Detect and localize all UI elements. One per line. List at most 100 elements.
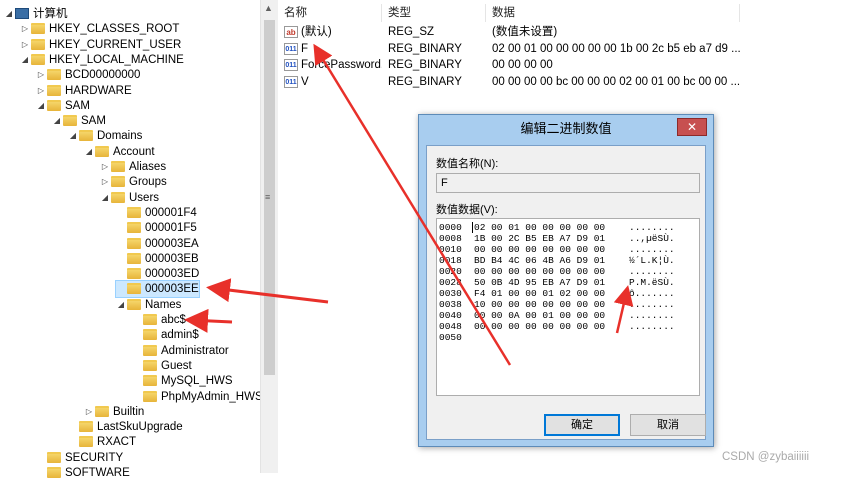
hex-ascii: ..,µëSÙ. [629,233,675,244]
hex-ascii: ........ [629,244,675,255]
tree-item-sam[interactable]: ◢ SAM [36,98,90,114]
folder-icon [47,99,61,111]
expand-arrow-icon[interactable]: ▷ [20,21,30,37]
tree-item-administrator[interactable]: Administrator [132,343,229,359]
tree-item-builtin[interactable]: ▷ Builtin [84,404,144,420]
tree-item-hkcu[interactable]: ▷ HKEY_CURRENT_USER [20,37,181,53]
expand-arrow-icon[interactable]: ▷ [20,37,30,53]
tree-item-sam-sam[interactable]: ◢ SAM [52,113,106,129]
expand-arrow-icon[interactable]: ▷ [100,159,110,175]
expand-arrow-icon[interactable]: ▷ [84,404,94,420]
tree-item-mysql-hws[interactable]: MySQL_HWS [132,373,233,389]
tree-item-software[interactable]: SOFTWARE [36,465,130,481]
tree-item-admin[interactable]: admin$ [132,327,199,343]
tree-item-hklm[interactable]: ◢ HKEY_LOCAL_MACHINE [20,52,184,68]
hex-offset: 0030 [439,288,462,299]
value-name-field[interactable]: F [436,173,700,193]
value-row[interactable]: 011 ForcePassword... REG_BINARY 00 00 00 00 [278,57,838,73]
tree-item-label: admin$ [161,329,199,342]
scroll-up-icon[interactable]: ▲ [264,3,273,13]
value-data: 00 00 00 00 bc 00 00 00 02 00 01 00 bc 0… [492,75,741,88]
hex-row: 0028 50 0B 4D 95 EB A7 D9 01 P.M.ëSÙ. [439,277,697,288]
tree-item-lastskuupgrade[interactable]: LastSkuUpgrade [68,419,183,435]
tree-item-label: MySQL_HWS [161,375,233,388]
column-header-data[interactable]: 数据 [486,4,740,22]
tree-item-phpmyadmin-hws[interactable]: PhpMyAdmin_HWS [132,389,263,405]
hex-editor[interactable]: 0000 02 00 01 00 00 00 00 00........ 0008 1… [436,218,700,396]
tree-item-000001f4[interactable]: 000001F4 [116,205,197,221]
collapse-arrow-icon[interactable]: ◢ [84,144,94,160]
expand-arrow-icon[interactable]: ▷ [36,67,46,83]
collapse-arrow-icon[interactable]: ◢ [52,113,62,129]
close-icon[interactable]: ✕ [677,118,707,136]
hex-bytes: 00 00 00 00 00 00 00 00 [474,266,606,277]
value-type: REG_BINARY [388,59,462,71]
tree-item-users[interactable]: ◢ Users [100,190,159,206]
tree-item-abc[interactable]: abc$ [132,312,186,328]
tree-item-label: Administrator [161,344,229,357]
hex-bytes: 00 00 00 00 00 00 00 00 [474,244,606,255]
binary-value-icon: 011 [284,75,298,88]
folder-icon [95,405,109,417]
watermark: CSDN @zybaiiiiii [722,451,810,463]
collapse-arrow-icon[interactable]: ◢ [100,190,110,206]
value-name-label: 数值名称(N): [436,158,499,170]
column-header-type[interactable]: 类型 [382,4,486,22]
tree-item-label: HKEY_LOCAL_MACHINE [49,53,184,66]
tree-item-account[interactable]: ◢ Account [84,144,155,160]
hex-bytes: 50 0B 4D 95 EB A7 D9 01 [474,277,606,288]
hex-bytes: 02 00 01 00 00 00 00 00 [474,222,606,233]
value-data: 00 00 00 00 [492,59,553,71]
tree-item-hardware[interactable]: ▷ HARDWARE [36,83,132,99]
value-row[interactable]: 011 V REG_BINARY 00 00 00 00 bc 00 00 00 02… [278,74,838,90]
collapse-arrow-icon[interactable]: ◢ [116,297,126,313]
tree-item-domains[interactable]: ◢ Domains [68,128,142,144]
tree-scrollbar[interactable]: ▲ ≡ [260,0,278,473]
tree-item-security[interactable]: SECURITY [36,450,123,466]
hex-offset: 0008 [439,233,462,244]
collapse-arrow-icon[interactable]: ◢ [20,52,30,68]
column-header-name[interactable]: 名称 [278,4,382,22]
value-row[interactable]: 011 F REG_BINARY 02 00 01 00 00 00 00 00 1b… [278,41,838,57]
value-row[interactable]: ab (默认) REG_SZ (数值未设置) [278,24,838,40]
tree-item-groups[interactable]: ▷ Groups [100,174,167,190]
cancel-button[interactable]: 取消 [630,414,706,436]
tree-item-000003ee[interactable]: 000003EE [115,280,200,299]
tree-item-guest[interactable]: Guest [132,358,192,374]
hex-row: 0020 00 00 00 00 00 00 00 00........ [439,266,697,277]
expand-arrow-icon[interactable]: ▷ [100,174,110,190]
hex-bytes: 1B 00 2C B5 EB A7 D9 01 [474,233,606,244]
folder-icon [47,84,61,96]
ok-button[interactable]: 确定 [544,414,620,436]
tree-item-hkcr[interactable]: ▷ HKEY_CLASSES_ROOT [20,21,179,37]
collapse-arrow-icon[interactable]: ◢ [68,128,78,144]
tree-item-label: HARDWARE [65,84,132,97]
tree-item-000003ed[interactable]: 000003ED [116,266,199,282]
expand-arrow-icon[interactable]: ▷ [36,83,46,99]
tree-item-aliases[interactable]: ▷ Aliases [100,159,166,175]
tree-item-computer[interactable]: ◢ 计算机 [4,6,68,22]
tree-item-000003ea[interactable]: 000003EA [116,236,199,252]
value-type: REG_BINARY [388,75,462,88]
tree-item-label: SAM [65,99,90,112]
folder-icon [143,314,157,325]
tree-item-rxact[interactable]: RXACT [68,434,136,450]
value-data-label: 数值数据(V): [436,204,498,216]
tree-item-000001f5[interactable]: 000001F5 [116,220,197,236]
folder-icon [127,206,141,218]
folder-icon [127,222,141,234]
value-name: ForcePassword... [301,59,382,71]
collapse-arrow-icon[interactable]: ◢ [4,6,14,22]
collapse-arrow-icon[interactable]: ◢ [36,98,46,114]
hex-bytes: 00 00 0A 00 01 00 00 00 [474,310,606,321]
folder-icon [111,176,125,188]
tree-item-000003eb[interactable]: 000003EB [116,251,199,267]
hex-bytes: BD B4 4C 06 4B A6 D9 01 [474,255,606,266]
tree-item-bcd[interactable]: ▷ BCD00000000 [36,67,140,83]
folder-icon [127,283,141,295]
hex-offset: 0018 [439,255,462,266]
tree-item-names[interactable]: ◢ Names [116,297,181,313]
hex-row: 0008 1B 00 2C B5 EB A7 D9 01 ..,µëSÙ. [439,233,697,244]
tree-item-label: 000003EB [145,252,199,265]
hex-offset: 0040 [439,310,462,321]
